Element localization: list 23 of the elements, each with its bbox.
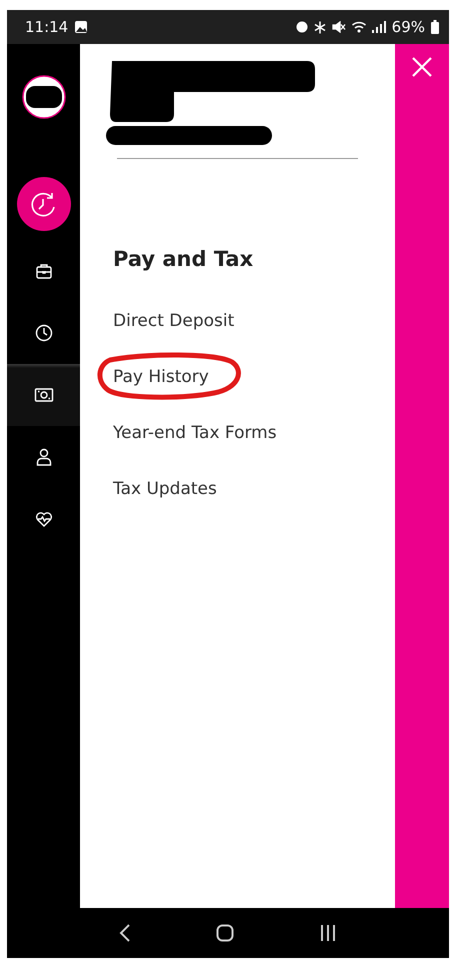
person-icon <box>36 448 52 466</box>
status-time: 11:14 <box>25 18 68 36</box>
battery-icon <box>431 20 439 34</box>
mute-icon <box>332 21 346 33</box>
gallery-icon <box>74 20 88 34</box>
briefcase-icon <box>34 262 52 280</box>
menu-item[interactable]: Tax Updates <box>113 479 217 499</box>
wifi-icon <box>352 21 366 33</box>
avatar-icon[interactable] <box>20 74 66 120</box>
back-icon[interactable] <box>119 923 132 943</box>
menu-item[interactable]: Year-end Tax Forms <box>113 423 277 443</box>
refresh-clock-icon <box>30 190 58 218</box>
bluetooth-icon <box>314 20 326 34</box>
close-icon[interactable] <box>411 56 433 78</box>
home-icon[interactable] <box>216 924 234 942</box>
battery-percent: 69% <box>392 18 425 36</box>
menu-item[interactable]: Direct Deposit <box>113 311 234 331</box>
signal-icon <box>372 21 386 33</box>
section-heading: Pay and Tax <box>113 247 254 271</box>
recents-icon[interactable] <box>318 924 337 942</box>
heart-pulse-icon <box>34 511 52 527</box>
clock-icon <box>34 324 52 342</box>
cash-icon <box>34 387 54 403</box>
